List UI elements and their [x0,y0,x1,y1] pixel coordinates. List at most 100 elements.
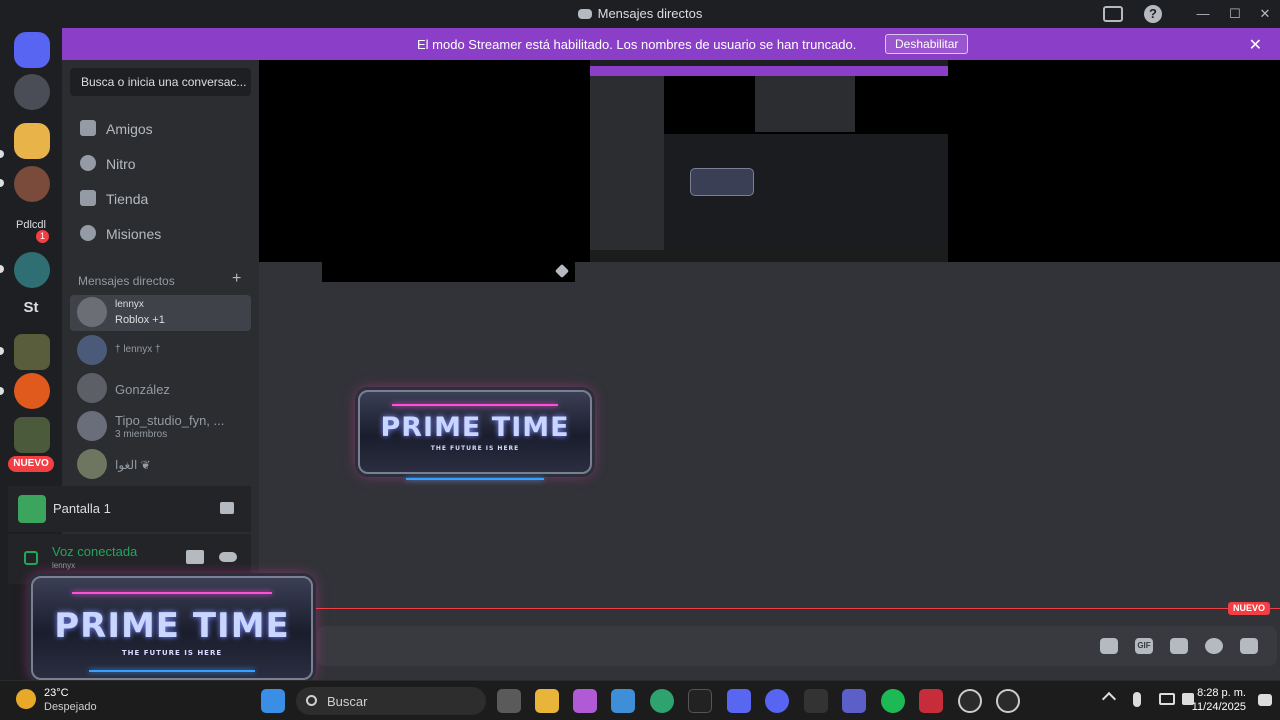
avatar [77,373,107,403]
dm-item[interactable]: lennyx Roblox +1 [70,295,251,331]
server-badge: 1 [36,230,49,243]
friends-icon [80,120,96,136]
unread-pill [0,265,4,273]
avatar [77,411,107,441]
overlay-subtitle: THE FUTURE IS HERE [121,649,223,657]
server-avatar[interactable] [14,123,50,159]
nav-label: Nitro [106,156,136,172]
stream-preview[interactable] [590,60,948,262]
roblox-studio-icon[interactable] [919,689,943,713]
server-avatar[interactable] [14,252,50,288]
nav-shop[interactable]: Tienda [70,181,251,215]
unread-pill [0,179,4,187]
start-icon[interactable] [261,689,285,713]
pin-icon[interactable] [554,263,570,279]
mini-banner [590,66,948,76]
avatar [77,335,107,365]
server-avatar[interactable] [14,373,50,409]
dm-name: الغوا ❦ [115,458,151,472]
server-avatar[interactable] [14,74,50,110]
close-window-button[interactable]: ✕ [1254,4,1276,24]
apps-icon[interactable] [1240,638,1258,654]
discord-home-button[interactable] [14,32,50,68]
spotify-icon[interactable] [881,689,905,713]
dm-item[interactable]: Tipo_studio_fyn, ... 3 miembros [70,409,251,445]
nav-friends[interactable]: Amigos [70,111,251,145]
stream-preview-left [259,60,590,262]
unread-pill [0,150,4,158]
server-st[interactable]: St [0,299,62,316]
window-title: Mensajes directos [0,6,1280,21]
streamer-mode-banner: El modo Streamer está habilitado. Los no… [62,28,1280,60]
signal-icon [24,551,38,565]
microphone-icon[interactable] [1133,692,1141,707]
dm-activity: Roblox +1 [115,314,165,326]
server-pdlcdl[interactable]: Pdlcdl [0,219,62,231]
file-explorer-icon[interactable] [535,689,559,713]
dm-name: González [115,382,170,397]
store-icon[interactable] [611,689,635,713]
taskbar-clock[interactable]: 8:28 p. m. 11/24/2025 [1192,686,1246,714]
nav-nitro[interactable]: Nitro [70,146,251,180]
copilot-icon[interactable] [573,689,597,713]
weather-widget[interactable]: 23°C Despejado [44,686,97,714]
clock-date: 11/24/2025 [1191,701,1246,713]
unread-pill [0,347,4,355]
taskbar-search[interactable]: Buscar [296,687,486,715]
search-input[interactable]: Busca o inicia una conversac... [70,68,251,96]
noise-suppression-icon[interactable] [186,550,204,564]
banner-message: El modo Streamer está habilitado. Los no… [417,37,857,52]
nav-quests[interactable]: Misiones [70,216,251,250]
server-avatar[interactable] [14,166,50,202]
dm-item[interactable]: الغوا ❦ [70,447,251,483]
game-icon[interactable] [804,689,828,713]
window-title-text: Mensajes directos [597,6,703,21]
chevron-up-icon[interactable] [1101,691,1117,707]
network-icon[interactable] [1159,693,1175,705]
new-badge[interactable]: NUEVO [8,456,54,472]
screen-share-panel: Pantalla 1 [8,486,251,532]
inbox-icon[interactable] [1103,6,1123,22]
help-icon[interactable]: ? [1144,5,1162,23]
prime-time-overlay: PRIME TIME THE FUTURE IS HERE [31,576,313,680]
gif-icon[interactable]: GIF [1135,638,1153,654]
capcut-icon[interactable] [688,689,712,713]
mini-stream-inner [755,76,855,132]
maximize-button[interactable]: ☐ [1224,4,1246,24]
disable-streamer-button[interactable]: Deshabilitar [885,34,969,54]
gift-icon[interactable] [1100,638,1118,654]
dm-item[interactable]: † lennyx † [70,333,251,369]
minimize-button[interactable]: — [1192,4,1214,24]
nitro-icon [80,155,96,171]
dm-header: Mensajes directos [78,274,175,288]
stop-share-icon[interactable] [220,502,234,514]
dm-name: † lennyx † [115,344,161,355]
screen-icon [18,495,46,523]
server-avatar[interactable] [14,334,50,370]
new-messages-divider [259,608,1280,609]
discord-taskbar-icon[interactable] [765,689,789,713]
chatgpt-icon[interactable] [996,689,1020,713]
teams-icon[interactable] [842,689,866,713]
edge-icon[interactable] [650,689,674,713]
weather-icon[interactable] [16,689,36,709]
search-icon [306,695,317,706]
create-dm-icon[interactable]: + [232,270,241,288]
overlay-title: PRIME TIME [54,606,290,646]
voice-status: Voz conectada [52,544,138,559]
close-icon[interactable]: ✕ [1249,35,1262,55]
dm-item[interactable]: González [70,371,251,407]
nav-label: Misiones [106,226,162,242]
app-icon[interactable] [727,689,751,713]
picture-in-picture[interactable] [322,262,575,282]
discord-icon [577,9,592,19]
emoji-icon[interactable] [1205,638,1223,654]
task-view-icon[interactable] [497,689,521,713]
message-composer[interactable]: GIF [317,626,1277,666]
server-avatar[interactable] [14,417,50,453]
chatgpt-icon[interactable] [958,689,982,713]
notifications-icon[interactable] [1258,694,1272,706]
sticker-icon[interactable] [1170,638,1188,654]
logo-subtitle: THE FUTURE IS HERE [430,445,520,452]
disconnect-icon[interactable] [219,552,237,562]
